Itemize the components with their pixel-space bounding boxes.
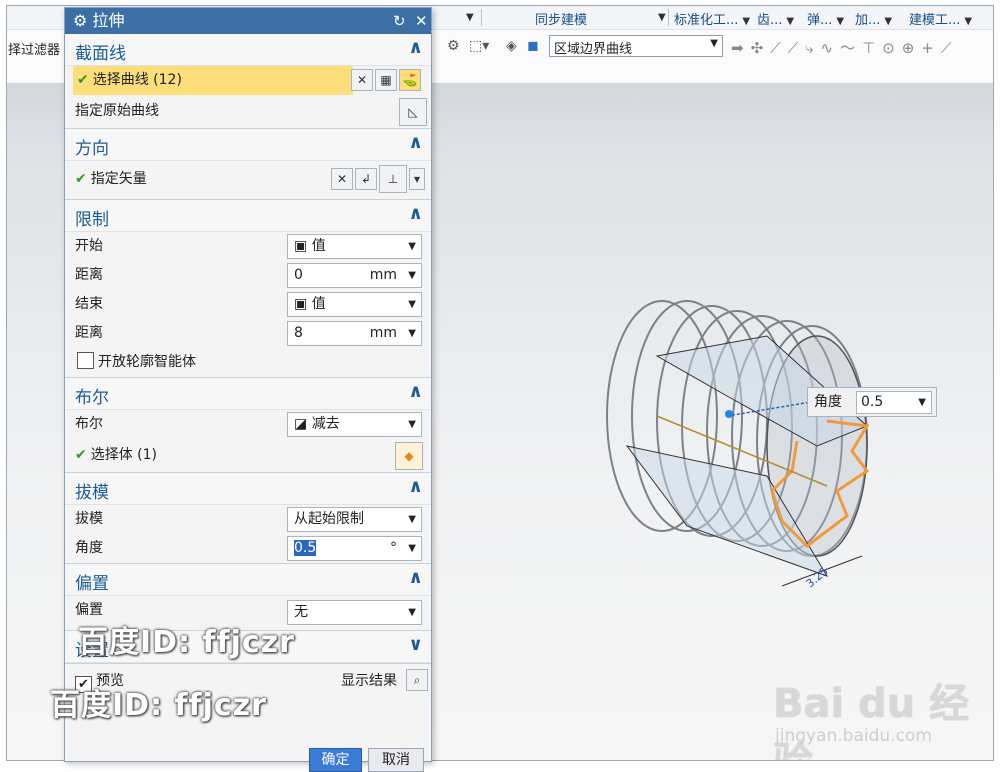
start-distance-input[interactable]: 0 mm ▼ <box>287 263 422 288</box>
menu-spring[interactable]: 弹... ▼ <box>807 9 844 28</box>
select-curve-row[interactable]: ✔ 选择曲线 (12) <box>73 66 353 95</box>
cancel-button[interactable]: 取消 <box>368 748 424 772</box>
check-icon: ✔ <box>77 72 89 88</box>
snap-point-icons[interactable]: ➡✣⟋⟋⤷∿〜⊤⊙⊕+⟋ <box>731 37 958 58</box>
vector-type-icon[interactable]: ⊥ <box>379 165 407 193</box>
id-watermark-1: 百度ID: ffjczr <box>78 625 295 660</box>
end-distance-input[interactable]: 8 mm ▼ <box>287 321 422 346</box>
handle-point[interactable] <box>725 410 733 418</box>
select-box-icon[interactable]: ⬚▾ <box>469 38 489 54</box>
check-icon: ✔ <box>75 171 87 187</box>
open-profile-row[interactable]: 开放轮廓智能体 <box>65 348 431 377</box>
boolean-select[interactable]: ◪ 减去 ▼ <box>287 412 422 437</box>
chevron-down-icon[interactable]: ∨ <box>408 634 423 655</box>
snap-icon[interactable]: ⚙ <box>447 38 460 54</box>
end-distance-row: 距离 8 mm ▼ <box>65 319 431 348</box>
specify-original-row: 指定原始曲线 ◺ <box>65 97 431 128</box>
cube-solid-icon[interactable]: ◼ <box>527 38 539 54</box>
chevron-up-icon[interactable]: ∧ <box>408 476 423 497</box>
reverse-direction-icon[interactable]: ✕ <box>331 168 353 190</box>
magnifier-icon[interactable]: ⌕ <box>406 669 428 691</box>
menu-arrow[interactable]: ▼ <box>654 9 666 24</box>
separator <box>481 9 482 26</box>
show-result-label: 显示结果 <box>341 673 397 689</box>
direction-header[interactable]: 方向 ∧ <box>65 129 431 161</box>
draft-header[interactable]: 拔模 ∧ <box>65 473 431 505</box>
draft-type-row: 拔模 从起始限制 ▼ <box>65 505 431 534</box>
section-curve-panel: 截面线 ∧ ✔ 选择曲线 (12) ✕ ▦ ⛳ 指定原始曲线 ◺ <box>65 34 431 129</box>
menu-gear[interactable]: 齿... ▼ <box>757 9 794 28</box>
cube-outline-icon[interactable]: ◈ <box>506 38 517 54</box>
id-watermark-2: 百度ID: ffjczr <box>50 688 267 723</box>
draft-type-select[interactable]: 从起始限制 ▼ <box>287 507 422 532</box>
sketch-section-icon[interactable]: ⛳ <box>399 69 421 91</box>
separator <box>668 9 669 26</box>
angle-popup-label: 角度 <box>814 394 842 410</box>
menu-modeling-tools[interactable]: 建模工... ▼ <box>909 9 972 28</box>
draft-angle-input[interactable]: 0.5 ° ▼ <box>287 536 422 561</box>
baidu-url: jingyan.baidu.com <box>775 726 932 746</box>
dialog-title: 拉伸 <box>92 11 125 30</box>
draft-panel: 拔模 ∧ 拔模 从起始限制 ▼ 角度 0.5 ° ▼ <box>65 473 431 564</box>
end-row: 结束 ▣ 值 ▼ <box>65 290 431 319</box>
angle-input-popup: 角度 0.5 ▼ <box>807 387 937 417</box>
chevron-up-icon[interactable]: ∧ <box>408 381 423 402</box>
specify-vector-row: ✔ 指定矢量 ✕ ↲ ⊥ ▾ <box>65 161 431 199</box>
selection-intent-icon[interactable]: ▦ <box>375 69 397 91</box>
offset-header[interactable]: 偏置 ∧ <box>65 564 431 596</box>
reset-icon[interactable]: ↻ <box>393 8 406 34</box>
gear-icon[interactable]: ⚙ <box>73 11 87 30</box>
open-profile-checkbox[interactable] <box>77 352 94 369</box>
original-curve-icon[interactable]: ◺ <box>399 98 427 126</box>
chevron-up-icon[interactable]: ∧ <box>408 37 423 58</box>
select-body-row[interactable]: ✔ 选择体 (1) ◆ <box>65 441 431 472</box>
start-distance-row: 距离 0 mm ▼ <box>65 261 431 290</box>
menu-sync-modeling[interactable]: 同步建模 <box>535 9 587 28</box>
body-cube-icon[interactable]: ◆ <box>395 442 423 470</box>
boolean-header[interactable]: 布尔 ∧ <box>65 378 431 410</box>
menu-dropdown-arrow[interactable]: ▼ <box>462 9 474 24</box>
direction-panel: 方向 ∧ ✔ 指定矢量 ✕ ↲ ⊥ ▾ <box>65 129 431 200</box>
start-type-select[interactable]: ▣ 值 ▼ <box>287 234 422 259</box>
start-row: 开始 ▣ 值 ▼ <box>65 232 431 261</box>
vector-dialog-icon[interactable]: ↲ <box>355 168 377 190</box>
limits-panel: 限制 ∧ 开始 ▣ 值 ▼ 距离 0 mm ▼ 结束 ▣ 值 ▼ 距离 8 mm ▼ 开放轮廓… <box>65 200 431 378</box>
chevron-up-icon[interactable]: ∧ <box>408 132 423 153</box>
dialog-titlebar: ⚙ 拉伸 ↻ ✕ <box>65 8 431 34</box>
baidu-logo: Bai du 经验 <box>773 681 970 760</box>
menu-machining[interactable]: 加... ▼ <box>855 9 892 28</box>
section-header[interactable]: 截面线 ∧ <box>65 34 431 66</box>
close-icon[interactable]: ✕ <box>415 8 428 34</box>
limits-header[interactable]: 限制 ∧ <box>65 200 431 232</box>
check-icon: ✔ <box>75 447 87 463</box>
model-viewport[interactable]: 3.25 <box>567 276 907 636</box>
vector-dropdown-icon[interactable]: ▾ <box>409 168 425 190</box>
angle-popup-input[interactable]: 0.5 ▼ <box>856 391 932 414</box>
curve-rule-select[interactable]: 区域边界曲线 ▼ <box>549 35 723 57</box>
boolean-panel: 布尔 ∧ 布尔 ◪ 减去 ▼ ✔ 选择体 (1) ◆ <box>65 378 431 473</box>
curve-rule-icon[interactable]: ✕ <box>351 69 373 91</box>
offset-select[interactable]: 无 ▼ <box>287 600 422 625</box>
draft-angle-row: 角度 0.5 ° ▼ <box>65 534 431 563</box>
menu-standard-tools[interactable]: 标准化工... ▼ <box>674 9 750 28</box>
ok-button[interactable]: 确定 <box>309 748 362 772</box>
chevron-up-icon[interactable]: ∧ <box>408 567 423 588</box>
selection-filter-label: 择过滤器 <box>8 43 61 58</box>
end-type-select[interactable]: ▣ 值 ▼ <box>287 292 422 317</box>
chevron-up-icon[interactable]: ∧ <box>408 203 423 224</box>
boolean-row: 布尔 ◪ 减去 ▼ <box>65 410 431 441</box>
